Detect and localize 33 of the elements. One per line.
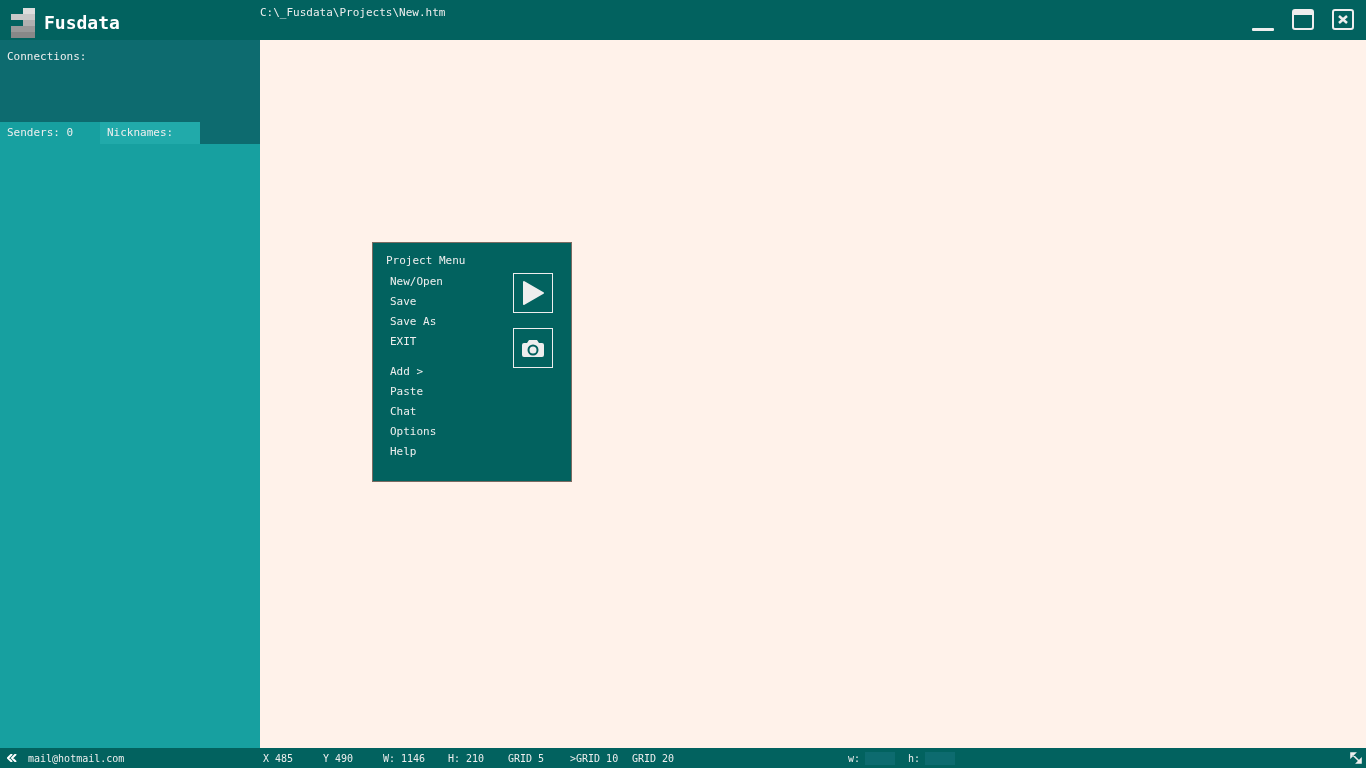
connections-label: Connections: — [7, 50, 87, 63]
email-address: mail@hotmail.com — [28, 752, 126, 764]
maximize-icon — [1291, 8, 1315, 32]
coordinate-readout: X 485 — [263, 752, 295, 764]
menu-item[interactable]: Save — [390, 296, 513, 316]
grid-option[interactable]: GRID 20 — [632, 752, 694, 764]
double-chevron-left-icon — [7, 754, 17, 762]
menu-item[interactable]: Chat — [390, 406, 513, 426]
app-name: Fusdata — [44, 12, 120, 33]
menu-item[interactable]: Add > — [390, 366, 513, 386]
menu-item[interactable]: New/Open — [390, 276, 513, 296]
minimize-icon — [1252, 28, 1274, 31]
window-title: C:\_Fusdata\Projects\New.htm — [260, 6, 446, 19]
close-icon — [1331, 8, 1355, 32]
grid-option[interactable]: GRID 5 — [508, 752, 570, 764]
menu-title: Project Menu — [386, 254, 467, 267]
grid-option[interactable]: >GRID 10 — [570, 752, 632, 764]
menu-item[interactable]: EXIT — [390, 336, 513, 356]
camera-button[interactable] — [513, 328, 553, 368]
width-label: w: — [848, 752, 861, 764]
resize-icon[interactable] — [1350, 752, 1362, 764]
camera-icon — [522, 339, 544, 357]
coordinate-readout: Y 490 — [323, 752, 355, 764]
menu-item[interactable]: Paste — [390, 386, 513, 406]
coordinate-readout: W: 1146 — [383, 752, 427, 764]
play-icon — [521, 280, 545, 306]
menu-item[interactable]: Help — [390, 446, 513, 466]
senders-count: Senders: 0 — [0, 122, 100, 144]
menu-item[interactable]: Options — [390, 426, 513, 446]
height-label: h: — [908, 752, 921, 764]
menu-item[interactable]: Save As — [390, 316, 513, 336]
logo-icon — [11, 7, 35, 38]
play-button[interactable] — [513, 273, 553, 313]
